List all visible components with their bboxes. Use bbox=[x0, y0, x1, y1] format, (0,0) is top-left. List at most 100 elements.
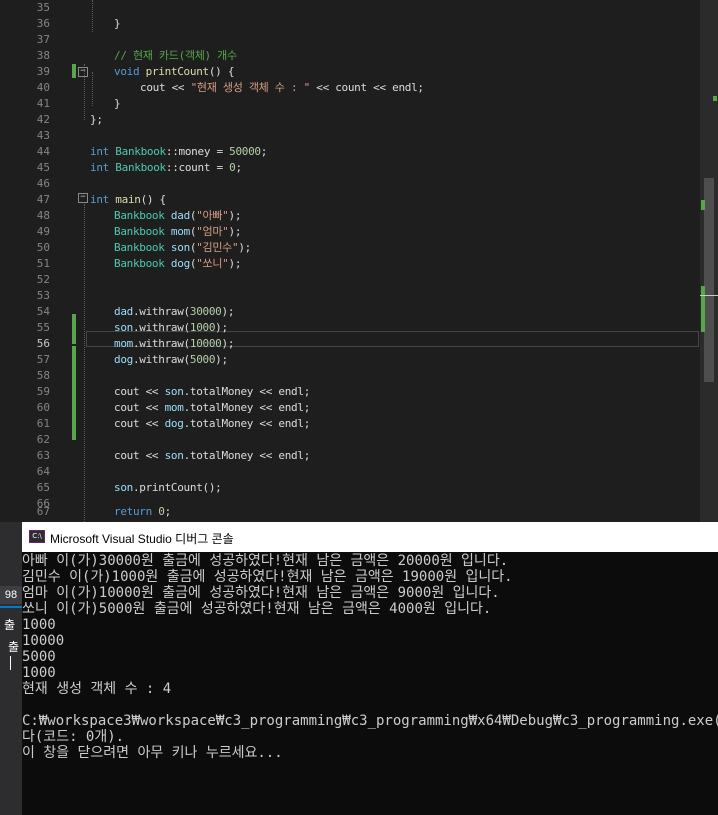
code-line: 49 Bankbook mom("엄마"); bbox=[0, 224, 700, 240]
code-text: Bankbook mom("엄마"); bbox=[114, 225, 242, 238]
code-line: 64 bbox=[0, 464, 700, 480]
code-line: 60 cout << mom.totalMoney << endl; bbox=[0, 400, 700, 416]
line-number: 48 bbox=[36, 209, 50, 222]
output-tab[interactable]: 출 bbox=[4, 616, 15, 633]
code-line: 55 son.withraw(1000); bbox=[0, 320, 700, 336]
line-number: 49 bbox=[36, 225, 50, 238]
line-number: 43 bbox=[36, 129, 50, 142]
line-number: 52 bbox=[36, 273, 50, 286]
line-number: 65 bbox=[36, 481, 50, 494]
line-number: 51 bbox=[36, 257, 50, 270]
line-number: 47 bbox=[36, 193, 50, 206]
console-app-icon: C:\ bbox=[29, 530, 45, 543]
console-output[interactable]: 아빠 이(가)30000원 출금에 성공하였다!현재 남은 금액은 20000원… bbox=[22, 552, 718, 815]
console-line: 김민수 이(가)1000원 출금에 성공하였다!현재 남은 금액은 19000원… bbox=[22, 569, 513, 585]
active-tab-accent bbox=[0, 606, 22, 608]
line-number: 36 bbox=[36, 17, 50, 30]
line-number: 57 bbox=[36, 353, 50, 366]
code-text: int main() { bbox=[90, 193, 166, 206]
code-text: } bbox=[114, 97, 121, 110]
code-text: cout << son.totalMoney << endl; bbox=[114, 385, 311, 398]
line-number: 60 bbox=[36, 401, 50, 414]
line-number: 45 bbox=[36, 161, 50, 174]
code-text: dog.withraw(5000); bbox=[114, 353, 228, 366]
code-line: 53 bbox=[0, 288, 700, 304]
scroll-marker bbox=[701, 200, 705, 210]
code-line: 40 cout << "현재 생성 객체 수 : " << count << e… bbox=[0, 80, 700, 96]
code-line: 51 Bankbook dog("쏘니"); bbox=[0, 256, 700, 272]
code-line: 43 bbox=[0, 128, 700, 144]
console-title-bar[interactable]: C:\ Microsoft Visual Studio 디버그 콘솔 bbox=[22, 522, 718, 552]
code-line: 44 int Bankbook::money = 50000; bbox=[0, 144, 700, 160]
code-text: int Bankbook::money = 50000; bbox=[90, 145, 268, 158]
console-line: C:₩workspace3₩workspace₩c3_programming₩c… bbox=[22, 713, 718, 729]
line-number: 64 bbox=[36, 465, 50, 478]
code-line: 45 int Bankbook::count = 0; bbox=[0, 160, 700, 176]
line-number: 63 bbox=[36, 449, 50, 462]
line-number: 35 bbox=[36, 1, 50, 14]
code-line: 65 son.printCount(); bbox=[0, 480, 700, 496]
line-number: 58 bbox=[36, 369, 50, 382]
scrollbar-thumb[interactable] bbox=[704, 178, 714, 382]
line-number: 40 bbox=[36, 81, 50, 94]
code-line: 48 Bankbook dad("아빠"); bbox=[0, 208, 700, 224]
line-number: 53 bbox=[36, 289, 50, 302]
console-line: 다(코드: 0개). bbox=[22, 729, 125, 745]
code-text: cout << mom.totalMoney << endl; bbox=[114, 401, 311, 414]
code-line: 35 bbox=[0, 0, 700, 16]
scroll-marker bbox=[701, 286, 705, 332]
code-line: 67 return 0; bbox=[0, 504, 700, 520]
line-number: 37 bbox=[36, 33, 50, 46]
code-line: 50 Bankbook son("김민수"); bbox=[0, 240, 700, 256]
console-line: 아빠 이(가)30000원 출금에 성공하였다!현재 남은 금액은 20000원… bbox=[22, 553, 509, 569]
console-line: 5000 bbox=[22, 649, 56, 665]
code-line: 59 cout << son.totalMoney << endl; bbox=[0, 384, 700, 400]
line-number: 67 bbox=[36, 505, 50, 518]
code-text: cout << son.totalMoney << endl; bbox=[114, 449, 311, 462]
code-text: son.withraw(1000); bbox=[114, 321, 228, 334]
code-text: return 0; bbox=[114, 505, 171, 518]
line-number: 55 bbox=[36, 321, 50, 334]
code-text: }; bbox=[90, 113, 103, 126]
code-line: 57 dog.withraw(5000); bbox=[0, 352, 700, 368]
code-line: 46 bbox=[0, 176, 700, 192]
line-number: 50 bbox=[36, 241, 50, 254]
line-number: 56 bbox=[36, 337, 50, 350]
console-line: 1000 bbox=[22, 665, 56, 681]
code-line: 37 bbox=[0, 32, 700, 48]
line-number: 59 bbox=[36, 385, 50, 398]
line-number: 38 bbox=[36, 49, 50, 62]
code-line: 39 void printCount() { bbox=[0, 64, 700, 80]
line-indicator: 98 bbox=[0, 586, 22, 604]
console-title: Microsoft Visual Studio 디버그 콘솔 bbox=[50, 532, 234, 546]
console-line: 1000 bbox=[22, 617, 56, 633]
line-number: 61 bbox=[36, 417, 50, 430]
code-text: cout << dog.totalMoney << endl; bbox=[114, 417, 311, 430]
code-line: 42 }; bbox=[0, 112, 700, 128]
code-text: son.printCount(); bbox=[114, 481, 222, 494]
left-tool-strip: 98 출 출 bbox=[0, 522, 22, 815]
console-line: 10000 bbox=[22, 633, 65, 649]
code-text: cout << "현재 생성 객체 수 : " << count << endl… bbox=[140, 81, 424, 94]
line-number: 46 bbox=[36, 177, 50, 190]
code-text: int Bankbook::count = 0; bbox=[90, 161, 242, 174]
code-line: 52 bbox=[0, 272, 700, 288]
line-number: 39 bbox=[36, 65, 50, 78]
console-line: 쏘니 이(가)5000원 출금에 성공하였다!현재 남은 금액은 4000원 입… bbox=[22, 601, 492, 617]
output-tab[interactable]: 출 bbox=[8, 638, 19, 655]
code-text: Bankbook dog("쏘니"); bbox=[114, 257, 242, 270]
code-line: 63 cout << son.totalMoney << endl; bbox=[0, 448, 700, 464]
code-text: } bbox=[114, 17, 121, 30]
code-line: 36 } bbox=[0, 16, 700, 32]
line-number: 54 bbox=[36, 305, 50, 318]
code-text: Bankbook dad("아빠"); bbox=[114, 209, 242, 222]
tab-divider bbox=[10, 656, 11, 670]
console-line: 이 창을 닫으려면 아무 키나 누르세요... bbox=[22, 745, 283, 761]
code-editor[interactable]: − − 35 36 } 37 38 // 현재 카드(객체) 개수 39 voi… bbox=[0, 0, 718, 522]
code-line: 38 // 현재 카드(객체) 개수 bbox=[0, 48, 700, 64]
console-line: 현재 생성 객체 수 : 4 bbox=[22, 681, 172, 697]
line-number: 42 bbox=[36, 113, 50, 126]
line-number: 62 bbox=[36, 433, 50, 446]
code-text: Bankbook son("김민수"); bbox=[114, 241, 251, 254]
code-line: 58 bbox=[0, 368, 700, 384]
